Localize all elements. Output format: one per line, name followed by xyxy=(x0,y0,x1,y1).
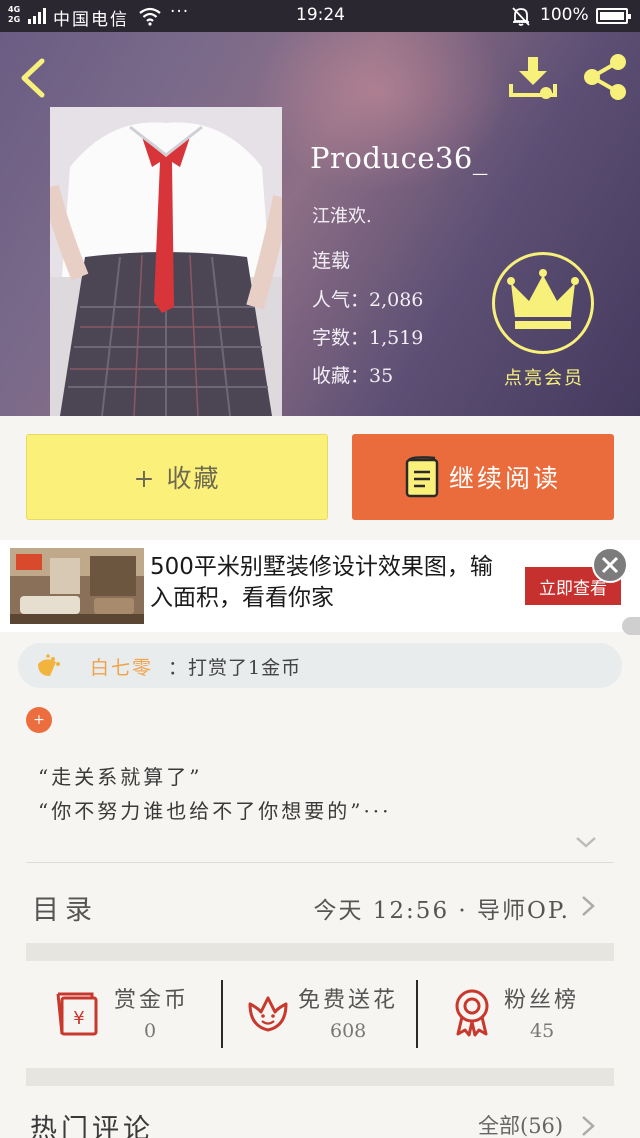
toc-latest-update: 今天 12:56 · 导师OP. xyxy=(313,898,570,924)
flower-icon xyxy=(248,996,288,1032)
continue-reading-label: 继续阅读 xyxy=(448,464,561,493)
add-tag-button[interactable]: + xyxy=(26,707,52,733)
fans-label: 粉丝榜 xyxy=(504,988,580,1013)
more-notifications: ··· xyxy=(170,2,190,22)
crown-icon xyxy=(507,269,579,329)
clock: 19:24 xyxy=(296,5,345,25)
hot-comments-title: 热门评论 xyxy=(30,1114,154,1138)
reward-coins-card[interactable]: ¥ 赏金币 0 xyxy=(56,978,206,1052)
popularity-count: 人气：2,086 xyxy=(312,289,424,311)
vip-label[interactable]: 点亮会员 xyxy=(490,364,598,390)
share-icon[interactable] xyxy=(580,52,630,102)
signal-icon xyxy=(28,8,46,24)
chevron-right-icon[interactable] xyxy=(580,1114,596,1138)
mute-bell-icon xyxy=(512,7,530,26)
flowers-label: 免费送花 xyxy=(298,988,399,1013)
book-cover[interactable] xyxy=(50,107,282,416)
vip-badge[interactable] xyxy=(492,252,594,354)
book-intro[interactable]: “走关系就算了” “你不努力谁也给不了你想要的”··· xyxy=(38,760,392,828)
download-icon[interactable] xyxy=(508,55,558,99)
divider xyxy=(26,862,614,863)
ad-marker-icon xyxy=(622,617,640,635)
back-button[interactable] xyxy=(18,58,48,98)
intro-line: “你不努力谁也给不了你想要的”··· xyxy=(38,799,392,823)
continue-reading-button[interactable]: 继续阅读 xyxy=(352,434,614,520)
ticker-message: ：打赏了1金币 xyxy=(168,657,302,679)
reward-label: 赏金币 xyxy=(114,988,190,1013)
medal-icon xyxy=(455,989,489,1037)
table-of-contents-row[interactable]: 目录 今天 12:56 · 导师OP. xyxy=(0,864,640,944)
fan-ranking-card[interactable]: 粉丝榜 45 xyxy=(448,978,598,1052)
favorites-count: 收藏：35 xyxy=(312,365,394,387)
status-bar: 4G 2G 中国电信 ··· 19:24 100% xyxy=(0,0,640,32)
free-flowers-card[interactable]: 免费送花 608 xyxy=(242,978,412,1052)
ad-close-button[interactable] xyxy=(592,547,628,583)
battery-percent: 100% xyxy=(540,5,589,25)
toc-label: 目录 xyxy=(32,895,98,926)
ticker-username[interactable]: 白七零 xyxy=(90,653,153,680)
flowers-count: 608 xyxy=(330,1020,367,1042)
all-comments-link[interactable]: 全部(56) xyxy=(478,1110,563,1138)
megaphone-icon xyxy=(38,654,60,676)
ad-headline[interactable]: 500平米别墅装修设计效果图，输入面积，看看你家 xyxy=(150,552,510,614)
cover-image xyxy=(50,107,282,416)
book-author[interactable]: 江淮欢. xyxy=(312,202,372,228)
network-type: 4G 2G xyxy=(8,5,21,24)
battery-icon xyxy=(596,8,631,24)
svg-text:¥: ¥ xyxy=(73,1008,84,1029)
ad-image xyxy=(10,548,144,624)
section-separator xyxy=(26,1068,614,1086)
intro-line: “走关系就算了” xyxy=(38,765,203,789)
close-icon xyxy=(601,556,619,574)
red-envelope-icon: ¥ xyxy=(56,992,98,1036)
expand-chevron-icon[interactable] xyxy=(574,834,598,850)
fans-count: 45 xyxy=(530,1020,555,1042)
word-count: 字数：1,519 xyxy=(312,327,424,349)
carrier-name: 中国电信 xyxy=(53,10,129,30)
collect-button-label: + 收藏 xyxy=(133,464,221,493)
book-icon xyxy=(405,456,439,498)
wifi-icon xyxy=(139,7,161,26)
section-separator xyxy=(26,943,614,961)
book-status: 连载 xyxy=(312,250,351,272)
reward-count: 0 xyxy=(144,1020,157,1042)
collect-button[interactable]: + 收藏 xyxy=(26,434,328,520)
chevron-right-icon xyxy=(582,896,595,916)
stat-separator xyxy=(416,980,418,1048)
stat-separator xyxy=(221,980,223,1048)
reward-ticker[interactable]: 白七零 ：打赏了1金币 xyxy=(18,643,622,688)
book-title: Produce36_ xyxy=(310,141,488,175)
